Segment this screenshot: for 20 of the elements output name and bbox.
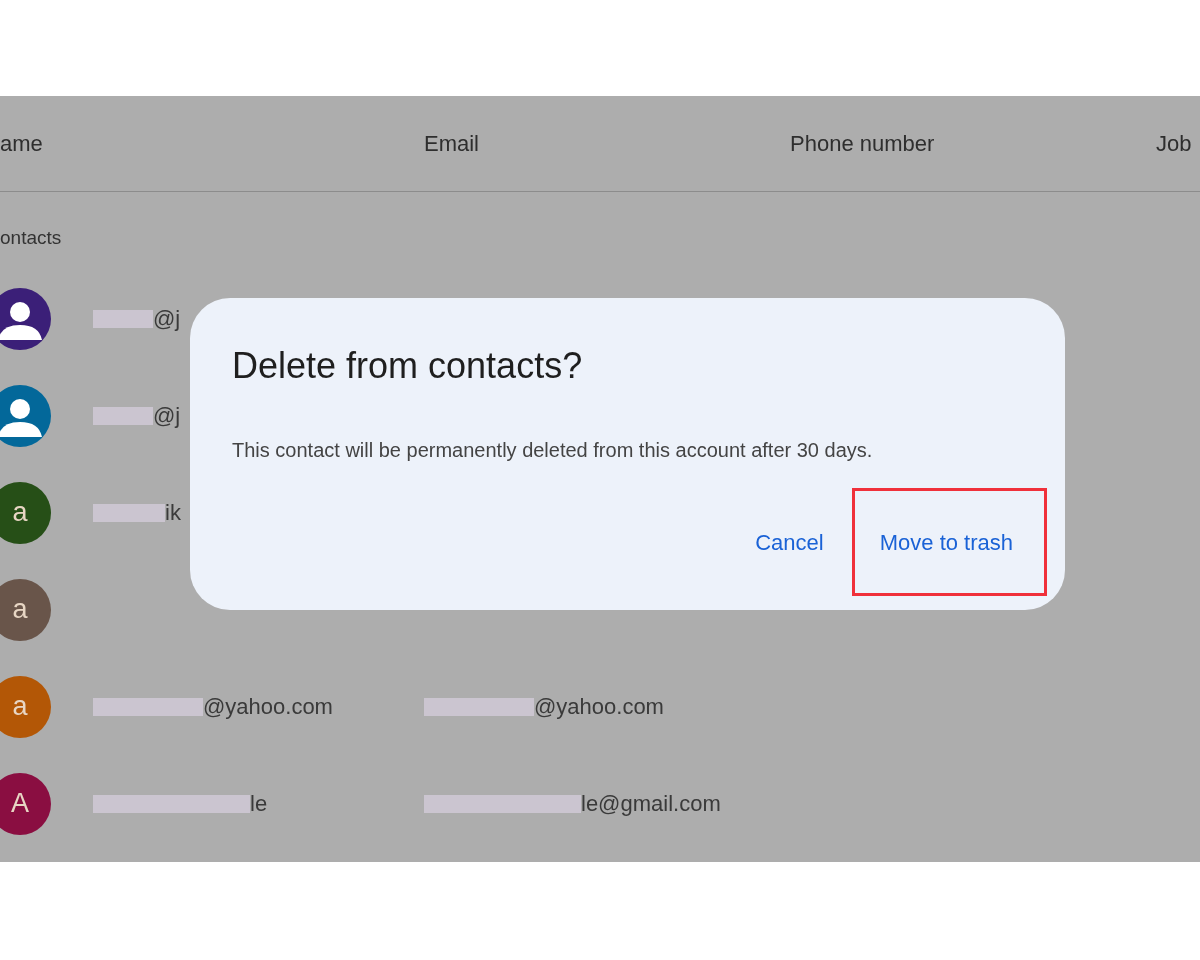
section-label: ontacts <box>0 227 62 248</box>
avatar-letter: a <box>12 497 28 528</box>
column-header: Phone number <box>790 130 935 157</box>
table-cell: @yahoo.com <box>534 693 664 720</box>
table-cell: @yahoo.com <box>203 693 333 720</box>
dialog-button[interactable]: Move to trash <box>867 520 1025 566</box>
column-header: Job <box>1156 130 1192 157</box>
avatar-letter: A <box>11 788 29 819</box>
dialog-button[interactable]: Cancel <box>743 520 836 566</box>
table-cell: @j <box>153 305 181 332</box>
avatar-letter: a <box>12 691 28 722</box>
table-cell: le <box>250 790 268 817</box>
column-header: ame <box>0 130 43 157</box>
column-header: Email <box>424 130 479 157</box>
table-cell: le@gmail.com <box>581 790 721 817</box>
table-cell: ik <box>165 499 181 526</box>
table-cell: @j <box>153 402 181 429</box>
dialog-title: Delete from contacts? <box>232 344 584 388</box>
dialog-message: This contact will be permanently deleted from this account after 30 days. <box>232 438 874 462</box>
avatar-letter: a <box>12 594 28 625</box>
